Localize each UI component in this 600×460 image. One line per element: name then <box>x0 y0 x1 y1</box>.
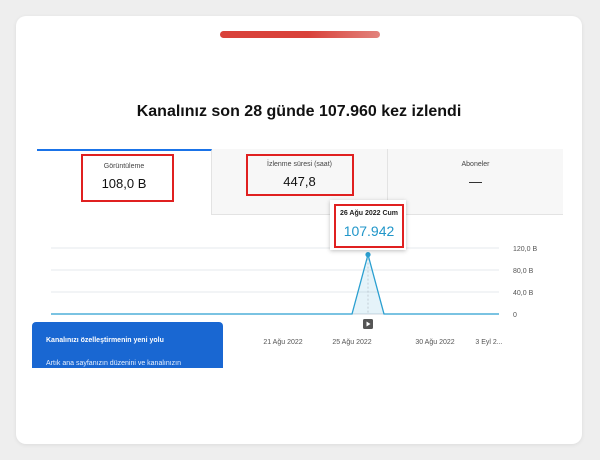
page-title: Kanalınız son 28 günde 107.960 kez izlen… <box>136 103 462 120</box>
tab-subscribers-label: Aboneler <box>461 161 490 168</box>
x-tick-label: 3 Eyl 2... <box>475 339 502 346</box>
views-highlight-box <box>81 154 174 202</box>
x-tick-label: 30 Ağu 2022 <box>415 339 454 346</box>
accent-bar <box>220 31 380 38</box>
peak-point <box>365 252 371 258</box>
y-tick-label: 120,0 B <box>513 246 537 253</box>
x-tick-label: 25 Ağu 2022 <box>332 339 371 346</box>
promo-card[interactable]: Kanalınızı özelleştirmenin yeni yolu Art… <box>32 322 223 368</box>
promo-body: Artık ana sayfanızın düzenini ve kanalın… <box>46 360 182 367</box>
tab-subscribers[interactable]: Aboneler — <box>388 149 563 215</box>
y-tick-label: 0 <box>513 312 517 319</box>
promo-title: Kanalınızı özelleştirmenin yeni yolu <box>46 337 164 344</box>
tooltip-date: 26 Ağu 2022 Cum <box>339 210 399 217</box>
watch-time-highlight-box <box>246 154 354 196</box>
y-tick-label: 40,0 B <box>513 290 534 297</box>
y-tick-label: 80,0 B <box>513 268 534 275</box>
tab-subscribers-value: — <box>469 174 482 189</box>
metric-tabs: Görüntüleme 108,0 B İzlenme süresi (saat… <box>37 149 563 215</box>
tooltip-value: 107.942 <box>343 223 395 239</box>
series-line <box>51 252 499 315</box>
x-tick-label: 21 Ağu 2022 <box>263 339 302 346</box>
